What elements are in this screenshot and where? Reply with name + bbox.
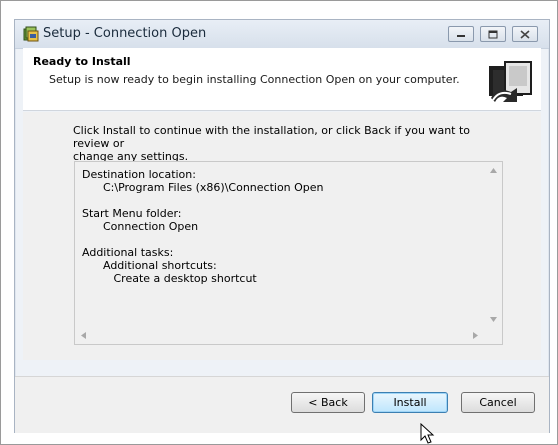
wizard-header: Ready to Install Setup is now ready to b… [23, 48, 541, 111]
memo-menu-value: Connection Open [102, 220, 199, 233]
scroll-right-icon[interactable] [473, 332, 478, 339]
horizontal-scrollbar[interactable] [75, 327, 485, 344]
install-button[interactable]: Install [372, 392, 448, 413]
maximize-button[interactable] [480, 26, 506, 42]
setup-window: Setup - Connection Open Ready to Install… [14, 19, 550, 433]
scroll-left-icon[interactable] [81, 332, 86, 339]
scroll-down-icon[interactable] [490, 317, 497, 322]
minimize-icon [457, 35, 465, 37]
memo-tasks-item: Create a desktop shortcut [113, 272, 257, 285]
wizard-body: Click Install to continue with the insta… [23, 112, 541, 360]
cancel-button[interactable]: Cancel [461, 392, 535, 413]
back-button[interactable]: < Back [291, 392, 365, 413]
close-icon [520, 29, 530, 39]
window-title: Setup - Connection Open [43, 26, 207, 41]
memo-dest-value: C:\Program Files (x86)\Connection Open [102, 181, 324, 194]
memo-text: Destination location: C:\Program Files (… [82, 168, 324, 285]
memo-dest-label: Destination location: [82, 168, 196, 181]
scroll-up-icon[interactable] [490, 168, 497, 173]
setup-app-icon [23, 26, 39, 42]
ready-memo-box[interactable]: Destination location: C:\Program Files (… [74, 161, 503, 345]
memo-tasks-group: Additional shortcuts: [102, 259, 217, 272]
close-button[interactable] [512, 26, 538, 42]
intro-text: Click Install to continue with the insta… [73, 124, 493, 163]
header-title: Ready to Install [33, 55, 131, 68]
install-box-icon [489, 61, 532, 102]
vertical-scrollbar[interactable] [485, 162, 502, 328]
wizard-footer: < Back Install Cancel [15, 376, 549, 433]
title-bar[interactable]: Setup - Connection Open [15, 20, 549, 49]
memo-tasks-label: Additional tasks: [82, 246, 174, 259]
minimize-button[interactable] [448, 26, 474, 42]
mouse-cursor-icon [420, 423, 435, 444]
maximize-icon [488, 30, 498, 38]
memo-menu-label: Start Menu folder: [82, 207, 182, 220]
intro-line-1: Click Install to continue with the insta… [73, 124, 471, 150]
header-subtitle: Setup is now ready to begin installing C… [49, 73, 460, 86]
